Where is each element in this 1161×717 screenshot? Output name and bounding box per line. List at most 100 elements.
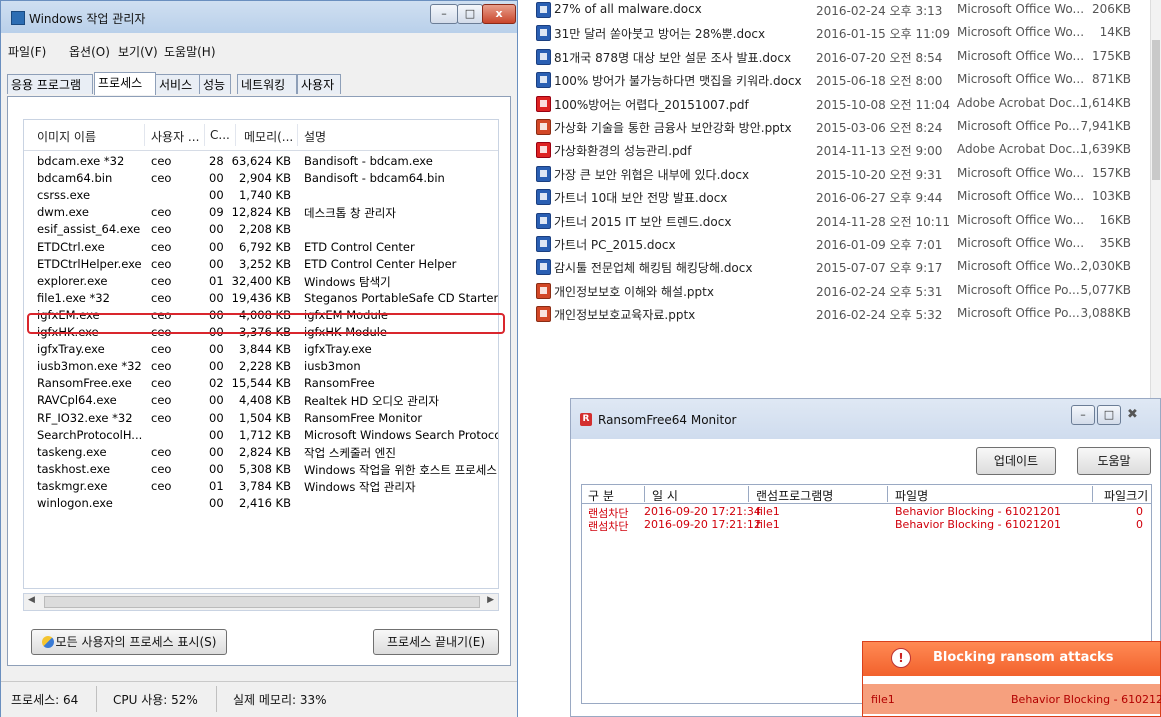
- process-row[interactable]: taskhost.exe ceo 00 5,308 KB Windows 작업을 위한 …: [24, 461, 498, 478]
- file-type: Adobe Acrobat Doc...: [957, 95, 1084, 110]
- column-user[interactable]: 사용자 ...: [151, 128, 199, 145]
- file-row[interactable]: 가장 큰 보안 위협은 내부에 있다.docx 2015-10-20 오전 9:3…: [520, 162, 1161, 185]
- column-filename[interactable]: 파일명: [895, 487, 928, 504]
- horizontal-scrollbar[interactable]: ◀ ▶: [23, 593, 499, 611]
- menu-view[interactable]: 보기(V): [118, 43, 158, 60]
- menu-file[interactable]: 파일(F): [8, 43, 46, 60]
- process-row[interactable]: iusb3mon.exe *32 ceo 00 2,228 KB iusb3mon: [24, 358, 498, 375]
- process-memory: 3,784 KB: [238, 478, 291, 493]
- word-file-icon: [536, 212, 551, 229]
- menu-help[interactable]: 도움말(H): [164, 43, 216, 60]
- file-name: 가상화 기술을 통한 금융사 보안강화 방안.pptx: [554, 121, 792, 135]
- column-memory[interactable]: 메모리(...: [244, 128, 293, 145]
- file-row[interactable]: 가트너 2015 IT 보안 트렌드.docx 2014-11-28 오전 10:…: [520, 209, 1161, 232]
- process-table[interactable]: 이미지 이름 사용자 ... C... 메모리(... 설명 bdcam.exe…: [23, 119, 499, 589]
- end-process-button[interactable]: 프로세스 끝내기(E): [373, 629, 499, 655]
- show-all-users-button[interactable]: 모든 사용자의 프로세스 표시(S): [31, 629, 227, 655]
- tab-applications[interactable]: 응용 프로그램: [7, 74, 93, 94]
- process-user: ceo: [151, 290, 172, 305]
- file-name: 100%방어는 어렵다_20151007.pdf: [554, 97, 749, 112]
- file-type: Microsoft Office Wo...: [957, 72, 1085, 87]
- process-row[interactable]: RAVCpl64.exe ceo 00 4,408 KB Realtek HD 오디오 …: [24, 392, 498, 409]
- column-datetime[interactable]: 일 시: [652, 487, 678, 504]
- notification-body: file1 Behavior Blocking - 61021201: [863, 684, 1161, 714]
- file-row[interactable]: 가상화 기술을 통한 금융사 보안강화 방안.pptx 2015-03-06 오전…: [520, 115, 1161, 138]
- row-filesize: 0: [1136, 518, 1143, 531]
- process-name: taskeng.exe: [37, 444, 107, 459]
- file-name: 가상화환경의 성능관리.pdf: [554, 144, 692, 159]
- process-name: RAVCpl64.exe: [37, 393, 117, 408]
- file-date: 2015-06-18 오전 8:00: [816, 74, 943, 89]
- word-file-icon: [536, 259, 551, 276]
- tab-processes[interactable]: 프로세스: [94, 72, 156, 95]
- process-name: explorer.exe: [37, 273, 108, 288]
- row-datetime: 2016-09-20 17:21:34: [644, 505, 761, 518]
- process-cpu: 00: [209, 290, 224, 305]
- column-filesize[interactable]: 파일크기: [1104, 487, 1148, 504]
- process-row[interactable]: RansomFree.exe ceo 02 15,544 KB RansomFree: [24, 375, 498, 392]
- tab-performance[interactable]: 성능: [199, 74, 231, 94]
- blocking-notification[interactable]: ! Blocking ransom attacks file1 Behavior…: [862, 641, 1161, 717]
- process-name: taskhost.exe: [37, 461, 111, 476]
- process-row[interactable]: dwm.exe ceo 09 12,824 KB 데스크톱 창 관리자: [24, 204, 498, 221]
- column-program[interactable]: 랜섬프로그램명: [756, 487, 833, 504]
- blocked-row[interactable]: 랜섬차단 2016-09-20 17:21:12 file1 Behavior Blo…: [582, 518, 1151, 533]
- file-row[interactable]: 27% of all malware.docx 2016-02-24 오후 3:1…: [520, 0, 1161, 21]
- process-row[interactable]: bdcam64.bin ceo 00 2,904 KB Bandisoft - bdca…: [24, 170, 498, 187]
- file-row[interactable]: 가상화환경의 성능관리.pdf 2014-11-13 오전 9:00 Adobe A…: [520, 138, 1161, 161]
- process-memory: 2,904 KB: [238, 171, 291, 186]
- process-row[interactable]: file1.exe *32 ceo 00 19,436 KB Steganos Port…: [24, 290, 498, 307]
- file-row[interactable]: 100%방어는 어렵다_20151007.pdf 2015-10-08 오전 11…: [520, 92, 1161, 115]
- file-size: 1,639KB: [1080, 142, 1131, 157]
- task-manager-icon: [11, 11, 25, 25]
- help-button[interactable]: 도움말: [1077, 447, 1151, 475]
- process-row[interactable]: SearchProtocolH... 00 1,712 KB Microsoft Wi…: [24, 427, 498, 444]
- process-row[interactable]: ETDCtrlHelper.exe ceo 00 3,252 KB ETD Contro…: [24, 256, 498, 273]
- file-row[interactable]: 100% 방어가 불가능하다면 맷집을 키워라.docx 2015-06-18 오…: [520, 68, 1161, 91]
- minimize-button[interactable]: –: [430, 4, 458, 24]
- blocked-row[interactable]: 랜섬차단 2016-09-20 17:21:34 file1 Behavior Blo…: [582, 505, 1151, 520]
- process-row[interactable]: ETDCtrl.exe ceo 00 6,792 KB ETD Control Cent…: [24, 239, 498, 256]
- process-row[interactable]: taskeng.exe ceo 00 2,824 KB 작업 스케줄러 엔진: [24, 444, 498, 461]
- column-image-name[interactable]: 이미지 이름: [37, 128, 96, 145]
- process-cpu: 28: [209, 154, 224, 168]
- process-memory: 1,712 KB: [238, 427, 291, 442]
- file-row[interactable]: 가트너 PC_2015.docx 2016-01-09 오후 7:01 Micros…: [520, 232, 1161, 255]
- maximize-button[interactable]: □: [1097, 405, 1121, 425]
- file-row[interactable]: 개인정보보호 이해와 해설.pptx 2016-02-24 오후 5:31 Micr…: [520, 279, 1161, 302]
- scroll-right-icon[interactable]: ▶: [487, 595, 494, 605]
- scrollbar-thumb[interactable]: [44, 596, 480, 608]
- process-memory: 2,228 KB: [238, 359, 291, 374]
- column-cpu[interactable]: C...: [210, 128, 230, 142]
- process-row[interactable]: winlogon.exe 00 2,416 KB: [24, 495, 498, 512]
- column-description[interactable]: 설명: [304, 128, 326, 145]
- file-row[interactable]: 개인정보보호교육자료.pptx 2016-02-24 오후 5:32 Microso…: [520, 302, 1161, 325]
- process-row[interactable]: esif_assist_64.exe ceo 00 2,208 KB: [24, 221, 498, 238]
- process-user: ceo: [151, 239, 172, 254]
- close-icon[interactable]: ✖: [1127, 407, 1138, 422]
- maximize-button[interactable]: □: [457, 4, 483, 24]
- file-row[interactable]: 31만 달러 쏟아붓고 방어는 28%뿐.docx 2016-01-15 오후 1…: [520, 21, 1161, 44]
- process-row[interactable]: explorer.exe ceo 01 32,400 KB Windows 탐색기: [24, 273, 498, 290]
- tab-services[interactable]: 서비스: [155, 74, 200, 94]
- title-bar: Windows 작업 관리자 – □ x: [1, 1, 517, 33]
- close-button[interactable]: x: [482, 4, 516, 24]
- tab-networking[interactable]: 네트워킹: [237, 74, 297, 94]
- process-row[interactable]: igfxTray.exe ceo 00 3,844 KB igfxTray.exe: [24, 341, 498, 358]
- file-size: 1,614KB: [1080, 95, 1131, 110]
- scroll-left-icon[interactable]: ◀: [28, 595, 35, 605]
- process-row[interactable]: csrss.exe 00 1,740 KB: [24, 187, 498, 204]
- process-row[interactable]: bdcam.exe *32 ceo 28 63,624 KB Bandisoft - b…: [24, 153, 498, 170]
- file-row[interactable]: 81개국 878명 대상 보안 설문 조사 발표.docx 2016-07-20 …: [520, 45, 1161, 68]
- minimize-button[interactable]: –: [1071, 405, 1095, 425]
- process-cpu: 00: [209, 410, 224, 425]
- column-category[interactable]: 구 분: [588, 487, 614, 504]
- file-row[interactable]: 가트너 10대 보안 전망 발표.docx 2016-06-27 오후 9:44 M…: [520, 185, 1161, 208]
- process-row[interactable]: RF_IO32.exe *32 ceo 00 1,504 KB RansomFree M…: [24, 410, 498, 427]
- process-row[interactable]: taskmgr.exe ceo 01 3,784 KB Windows 작업 관리자: [24, 478, 498, 495]
- menu-options[interactable]: 옵션(O): [69, 43, 110, 60]
- file-row[interactable]: 감시툴 전문업체 해킹팀 해킹당해.docx 2015-07-07 오후 9:17…: [520, 255, 1161, 278]
- update-button[interactable]: 업데이트: [976, 447, 1056, 475]
- tab-users[interactable]: 사용자: [297, 74, 341, 94]
- scrollbar-thumb[interactable]: [1152, 40, 1160, 180]
